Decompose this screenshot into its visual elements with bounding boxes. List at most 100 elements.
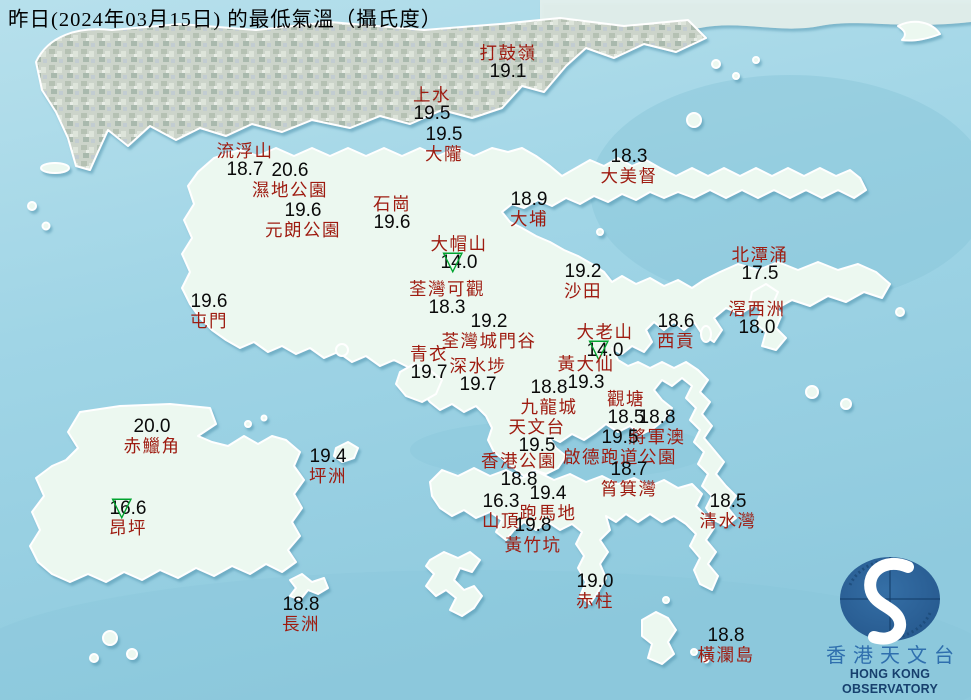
station-name: 上水 [413, 85, 451, 105]
min-temperature-map-page: 昨日(2024年03月15日) 的最低氣溫（攝氏度） 打鼓嶺 19.1 上水 19.5… [0, 0, 971, 700]
hko-logo-chinese-text: 香港天文台 [826, 645, 961, 667]
station-name: 橫瀾島 [697, 644, 755, 665]
station-temperature-value: 16.6 ▽ [109, 491, 147, 523]
station-temperature-value: 19.0 [576, 571, 614, 592]
station-shek-kong: 石崗 19.6 [373, 195, 411, 233]
station-name: 長洲 [282, 613, 320, 634]
station-temperature-value: 19.6 [190, 291, 228, 312]
station-name: 青衣 [410, 344, 448, 364]
station-temperature-value: 18.6 [657, 311, 695, 332]
station-sha-tin: 19.2 沙田 [564, 262, 602, 300]
station-name: 濕地公園 [252, 179, 328, 200]
station-name: 荃灣可觀 [409, 279, 485, 299]
station-temperature-value: 20.6 [271, 160, 309, 181]
station-temperature-value: 16.3 [482, 491, 520, 512]
station-temperature-value: 19.5 [413, 103, 451, 125]
station-ngong-ping: 16.6 ▽ 昂坪 [109, 491, 147, 538]
station-temperature-value: 18.7 [610, 459, 648, 480]
station-yuen-long-park: 19.6 元朗公園 [265, 201, 341, 239]
station-stanley: 19.0 赤柱 [576, 572, 614, 610]
station-name: 筲箕灣 [600, 478, 658, 499]
station-name: 天文台 [508, 417, 566, 437]
station-temperature-value: 19.1 [489, 61, 527, 83]
station-name: 沙田 [564, 280, 602, 301]
station-temperature-value: 19.2 [470, 311, 508, 332]
station-kowloon-city: 18.8 九龍城 [521, 378, 578, 416]
station-name: 屯門 [190, 310, 228, 331]
station-temperature-value: 20.0 [133, 416, 171, 437]
station-name: 深水埗 [449, 356, 507, 376]
station-temperature-value: 18.8 [530, 377, 568, 398]
station-name: 大老山 [576, 322, 634, 342]
station-cheung-chau: 18.8 長洲 [282, 595, 320, 633]
station-sai-kung: 18.6 西貢 [657, 312, 695, 350]
station-name: 石崗 [373, 194, 411, 214]
station-peng-chau: 19.4 坪洲 [309, 447, 347, 485]
station-temperature-value: 18.9 [510, 189, 548, 210]
station-temperature-value: 14.0 ▽ [440, 245, 478, 277]
station-temperature-value: 19.2 [564, 261, 602, 282]
station-name: 流浮山 [216, 141, 274, 161]
station-name: 九龍城 [520, 396, 578, 417]
station-sheung-shui: 上水 19.5 [413, 86, 451, 124]
station-wetland-park: 20.6 濕地公園 [252, 161, 328, 199]
station-name: 昂坪 [109, 517, 147, 538]
station-tuen-mun: 19.6 屯門 [190, 292, 228, 330]
station-temperature-value: 18.8 [638, 407, 676, 428]
station-wong-chuk-hang: 19.8 黃竹坑 [505, 516, 562, 554]
station-name: 清水灣 [699, 510, 757, 531]
station-kau-sai-chau: 滘西洲 18.0 [729, 300, 786, 338]
station-name: 觀塘 [607, 389, 645, 409]
station-shau-kei-wan: 18.7 筲箕灣 [601, 460, 658, 498]
station-name: 坪洲 [309, 465, 347, 486]
station-tai-mo-shan: 大帽山 14.0 ▽ [430, 234, 488, 277]
station-temperature-value: 19.8 [514, 515, 552, 536]
station-name: 大隴 [425, 143, 463, 164]
station-temperature-value: 19.7 [410, 362, 448, 384]
station-temperature-value: 18.0 [738, 317, 776, 339]
station-temperature-value: 17.5 [741, 263, 779, 285]
station-temperature-value: 18.8 [282, 594, 320, 615]
hko-logo-icon [840, 557, 940, 645]
station-name: 黃竹坑 [504, 534, 562, 555]
station-name: 香港公園 [481, 451, 557, 471]
station-temperature-value: 19.5 [601, 427, 639, 448]
station-pak-tam-chung: 北潭涌 17.5 [732, 246, 789, 284]
hko-logo: 香港天文台 HONG KONG OBSERVATORY [811, 553, 969, 697]
station-temperature-value: 19.4 [309, 446, 347, 467]
station-tai-mei-tuk: 18.3 大美督 [601, 147, 658, 185]
station-name: 大帽山 [430, 234, 488, 254]
station-name: 滘西洲 [728, 299, 786, 319]
station-tsuen-wan-shing-mun-valley: 19.2 荃灣城門谷 [442, 312, 537, 350]
station-temperature-value: 19.6 [284, 200, 322, 221]
station-name: 北潭涌 [731, 245, 789, 265]
station-temperature-value: 18.5 [709, 491, 747, 512]
station-observatory: 天文台 19.5 [509, 418, 566, 456]
station-name: 大美督 [600, 165, 658, 186]
station-chek-lap-kok: 20.0 赤鱲角 [124, 417, 181, 455]
station-name: 黃大仙 [557, 354, 615, 374]
station-waglan-island: 18.8 橫瀾島 [698, 626, 755, 664]
station-tsing-yi: 青衣 19.7 [410, 345, 448, 383]
station-temperature-value: 19.5 [425, 124, 463, 145]
station-temperature-value: 18.3 [610, 146, 648, 167]
page-title: 昨日(2024年03月15日) 的最低氣溫（攝氏度） [8, 9, 443, 31]
station-name: 荃灣城門谷 [441, 330, 537, 351]
min-temp-triangle-marker-icon: ▽ [442, 245, 464, 277]
station-ta-lung: 19.5 大隴 [425, 125, 463, 163]
hko-logo-english-text: HONG KONG OBSERVATORY [842, 667, 938, 696]
station-temperature-value: 19.6 [373, 212, 411, 234]
station-name: 赤柱 [576, 590, 614, 611]
station-name: 元朗公園 [265, 219, 341, 240]
station-name: 大埔 [510, 208, 548, 229]
station-temperature-value: 19.4 [529, 483, 567, 504]
station-name: 打鼓嶺 [479, 43, 537, 63]
min-temp-triangle-marker-icon: ▽ [111, 491, 133, 523]
station-name: 西貢 [657, 330, 695, 351]
station-temperature-value: 19.7 [459, 374, 497, 396]
station-sham-shui-po: 深水埗 19.7 [450, 357, 507, 395]
station-temperature-value: 18.8 [707, 625, 745, 646]
station-name: 赤鱲角 [123, 435, 181, 456]
station-tai-po: 18.9 大埔 [510, 190, 548, 228]
station-clear-water-bay: 18.5 清水灣 [700, 492, 757, 530]
